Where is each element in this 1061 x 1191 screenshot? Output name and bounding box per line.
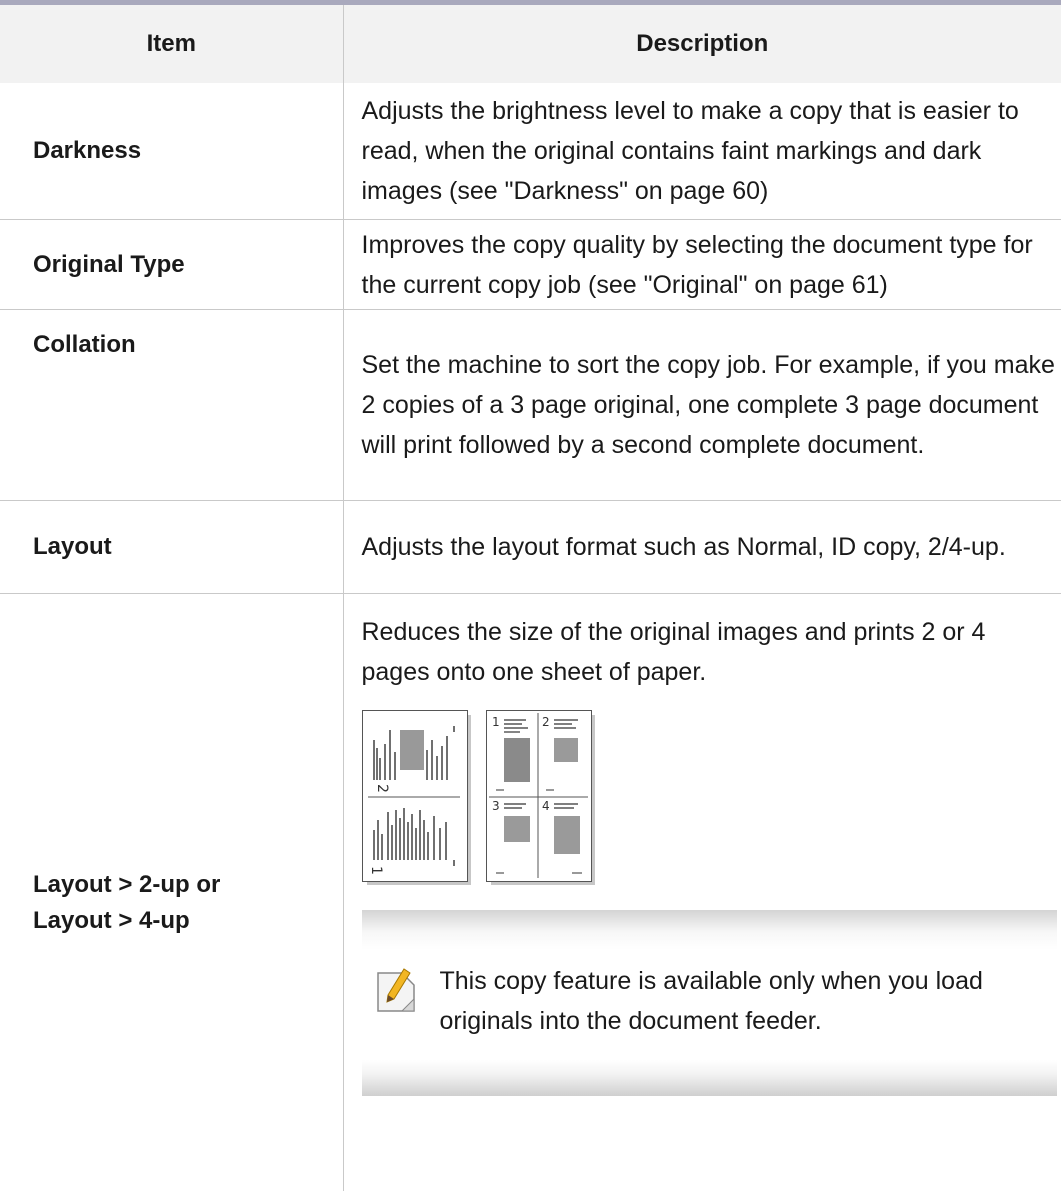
note-pencil-icon — [374, 965, 418, 1015]
four-up-label-3: 3 — [492, 799, 500, 813]
note-text: This copy feature is available only when… — [440, 961, 1040, 1041]
four-up-graphic: 1 2 3 4 — [486, 710, 596, 885]
four-up-label-1: 1 — [492, 715, 500, 729]
note-box: This copy feature is available only when… — [362, 910, 1058, 1096]
item-layout: Layout — [0, 501, 343, 594]
item-darkness: Darkness — [0, 83, 343, 220]
four-up-label-4: 4 — [542, 799, 550, 813]
two-up-page-label-2: 2 — [374, 784, 390, 793]
four-up-illustration: 1 2 3 4 — [486, 710, 596, 885]
item-layout-2up-label: Layout > 2-up or — [33, 867, 343, 903]
table-header-row: Item Description — [0, 3, 1061, 84]
description-layout-nup: Reduces the size of the original images … — [343, 594, 1061, 1191]
four-up-label-2: 2 — [542, 715, 550, 729]
table-row: Layout > 2-up or Layout > 4-up Reduces t… — [0, 594, 1061, 1191]
two-up-graphic: 2 1 — [362, 710, 472, 885]
nup-description-text: Reduces the size of the original images … — [362, 612, 1058, 692]
table-row: Layout Adjusts the layout format such as… — [0, 501, 1061, 594]
item-collation: Collation — [0, 310, 343, 501]
layout-figures: 2 1 — [362, 710, 1058, 890]
item-original-type: Original Type — [0, 220, 343, 310]
item-layout-4up-label: Layout > 4-up — [33, 903, 343, 939]
header-item: Item — [0, 3, 343, 84]
options-table: Item Description Darkness Adjusts the br… — [0, 0, 1061, 1191]
item-layout-nup: Layout > 2-up or Layout > 4-up — [0, 594, 343, 1191]
two-up-illustration: 2 1 — [362, 710, 472, 885]
table-row: Collation Set the machine to sort the co… — [0, 310, 1061, 501]
table-row: Darkness Adjusts the brightness level to… — [0, 83, 1061, 220]
header-description: Description — [343, 3, 1061, 84]
description-original-type: Improves the copy quality by selecting t… — [343, 220, 1061, 310]
description-darkness: Adjusts the brightness level to make a c… — [343, 83, 1061, 220]
table-row: Original Type Improves the copy quality … — [0, 220, 1061, 310]
two-up-page-label-1: 1 — [368, 866, 384, 875]
description-collation: Set the machine to sort the copy job. Fo… — [343, 310, 1061, 501]
description-layout: Adjusts the layout format such as Normal… — [343, 501, 1061, 594]
